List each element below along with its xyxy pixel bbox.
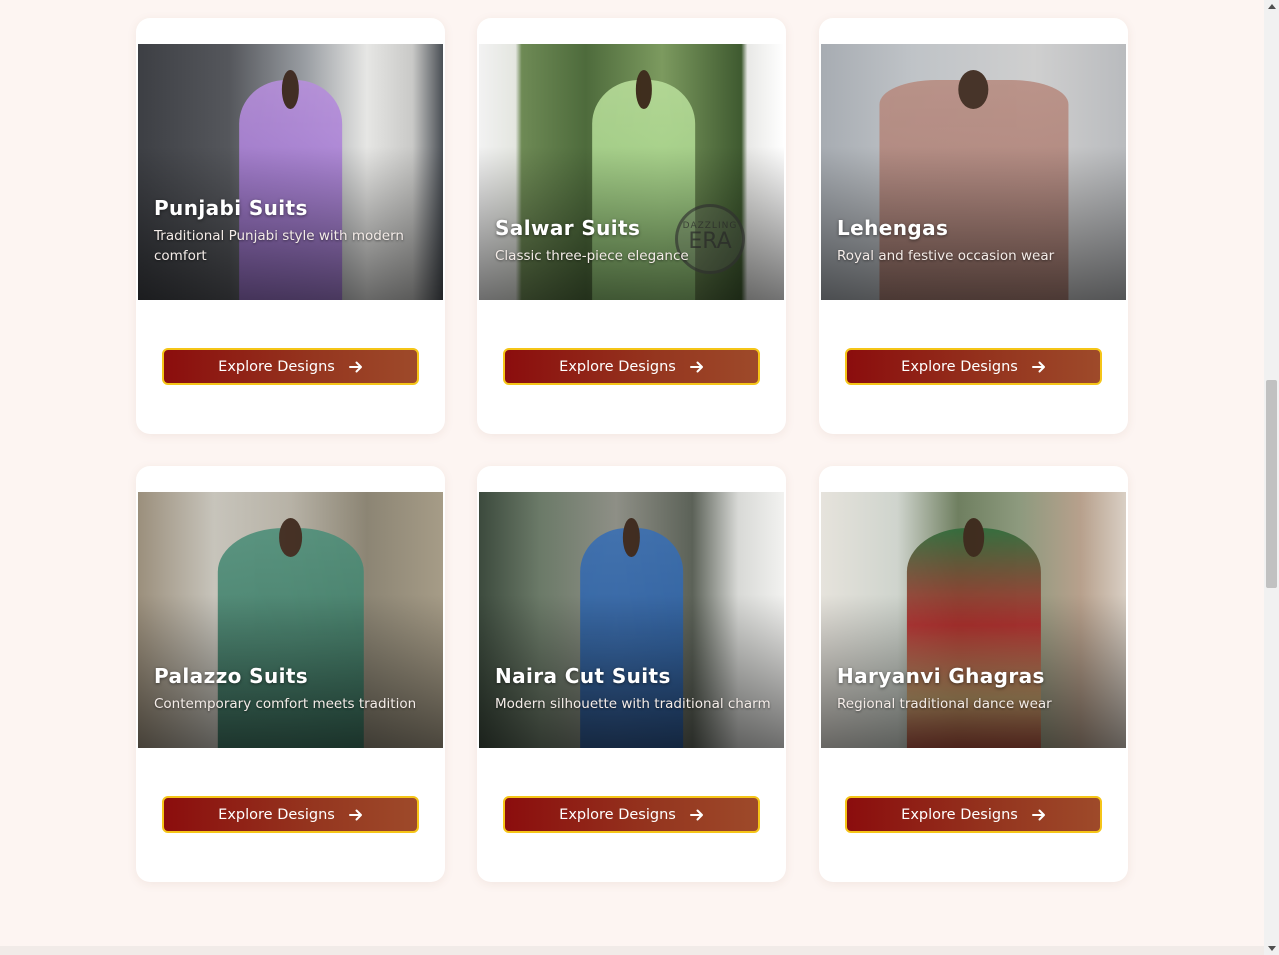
lehengas-image[interactable]: Lehengas Royal and festive occasion wear xyxy=(821,44,1126,300)
button-label: Explore Designs xyxy=(559,358,676,375)
category-card-haryanvi-ghagras[interactable]: Haryanvi Ghagras Regional traditional da… xyxy=(819,466,1128,882)
arrow-right-icon xyxy=(348,809,362,820)
card-description: Classic three-piece elegance xyxy=(495,248,689,264)
card-title: Salwar Suits xyxy=(495,216,641,240)
scroll-down-icon[interactable] xyxy=(1268,946,1276,951)
card-title: Lehengas xyxy=(837,216,949,240)
button-label: Explore Designs xyxy=(218,806,335,823)
scrollbar-thumb[interactable] xyxy=(1266,380,1277,588)
page-scrollbar[interactable] xyxy=(1264,0,1279,955)
palazzo-suits-image[interactable]: Palazzo Suits Contemporary comfort meets… xyxy=(138,492,443,748)
button-label: Explore Designs xyxy=(218,358,335,375)
footer-edge xyxy=(0,946,1264,955)
card-description: Modern silhouette with traditional charm xyxy=(495,696,771,712)
arrow-right-icon xyxy=(1031,361,1045,372)
category-card-lehengas[interactable]: Lehengas Royal and festive occasion wear… xyxy=(819,18,1128,434)
salwar-suits-image[interactable]: DAZZLING ERA Salwar Suits Classic three-… xyxy=(479,44,784,300)
card-title: Naira Cut Suits xyxy=(495,664,671,688)
arrow-right-icon xyxy=(1031,809,1045,820)
category-grid-page: Punjabi Suits Traditional Punjabi style … xyxy=(0,0,1279,955)
explore-designs-button[interactable]: Explore Designs xyxy=(162,796,419,833)
card-description: Regional traditional dance wear xyxy=(837,696,1052,712)
punjabi-suits-image[interactable]: Punjabi Suits Traditional Punjabi style … xyxy=(138,44,443,300)
explore-designs-button[interactable]: Explore Designs xyxy=(162,348,419,385)
category-card-punjabi-suits[interactable]: Punjabi Suits Traditional Punjabi style … xyxy=(136,18,445,434)
card-description: Traditional Punjabi style with modern co… xyxy=(154,228,404,264)
explore-designs-button[interactable]: Explore Designs xyxy=(845,348,1102,385)
card-title: Palazzo Suits xyxy=(154,664,309,688)
naira-cut-suits-image[interactable]: Naira Cut Suits Modern silhouette with t… xyxy=(479,492,784,748)
card-description: Contemporary comfort meets tradition xyxy=(154,696,417,712)
button-label: Explore Designs xyxy=(901,806,1018,823)
category-card-salwar-suits[interactable]: DAZZLING ERA Salwar Suits Classic three-… xyxy=(477,18,786,434)
card-title: Punjabi Suits xyxy=(154,196,308,220)
scroll-up-icon[interactable] xyxy=(1268,4,1276,9)
category-card-palazzo-suits[interactable]: Palazzo Suits Contemporary comfort meets… xyxy=(136,466,445,882)
arrow-right-icon xyxy=(689,809,703,820)
haryanvi-ghagras-image[interactable]: Haryanvi Ghagras Regional traditional da… xyxy=(821,492,1126,748)
explore-designs-button[interactable]: Explore Designs xyxy=(845,796,1102,833)
button-label: Explore Designs xyxy=(901,358,1018,375)
explore-designs-button[interactable]: Explore Designs xyxy=(503,796,760,833)
card-title: Haryanvi Ghagras xyxy=(837,664,1045,688)
button-label: Explore Designs xyxy=(559,806,676,823)
explore-designs-button[interactable]: Explore Designs xyxy=(503,348,760,385)
card-description: Royal and festive occasion wear xyxy=(837,248,1055,264)
arrow-right-icon xyxy=(689,361,703,372)
arrow-right-icon xyxy=(348,361,362,372)
category-card-naira-cut-suits[interactable]: Naira Cut Suits Modern silhouette with t… xyxy=(477,466,786,882)
